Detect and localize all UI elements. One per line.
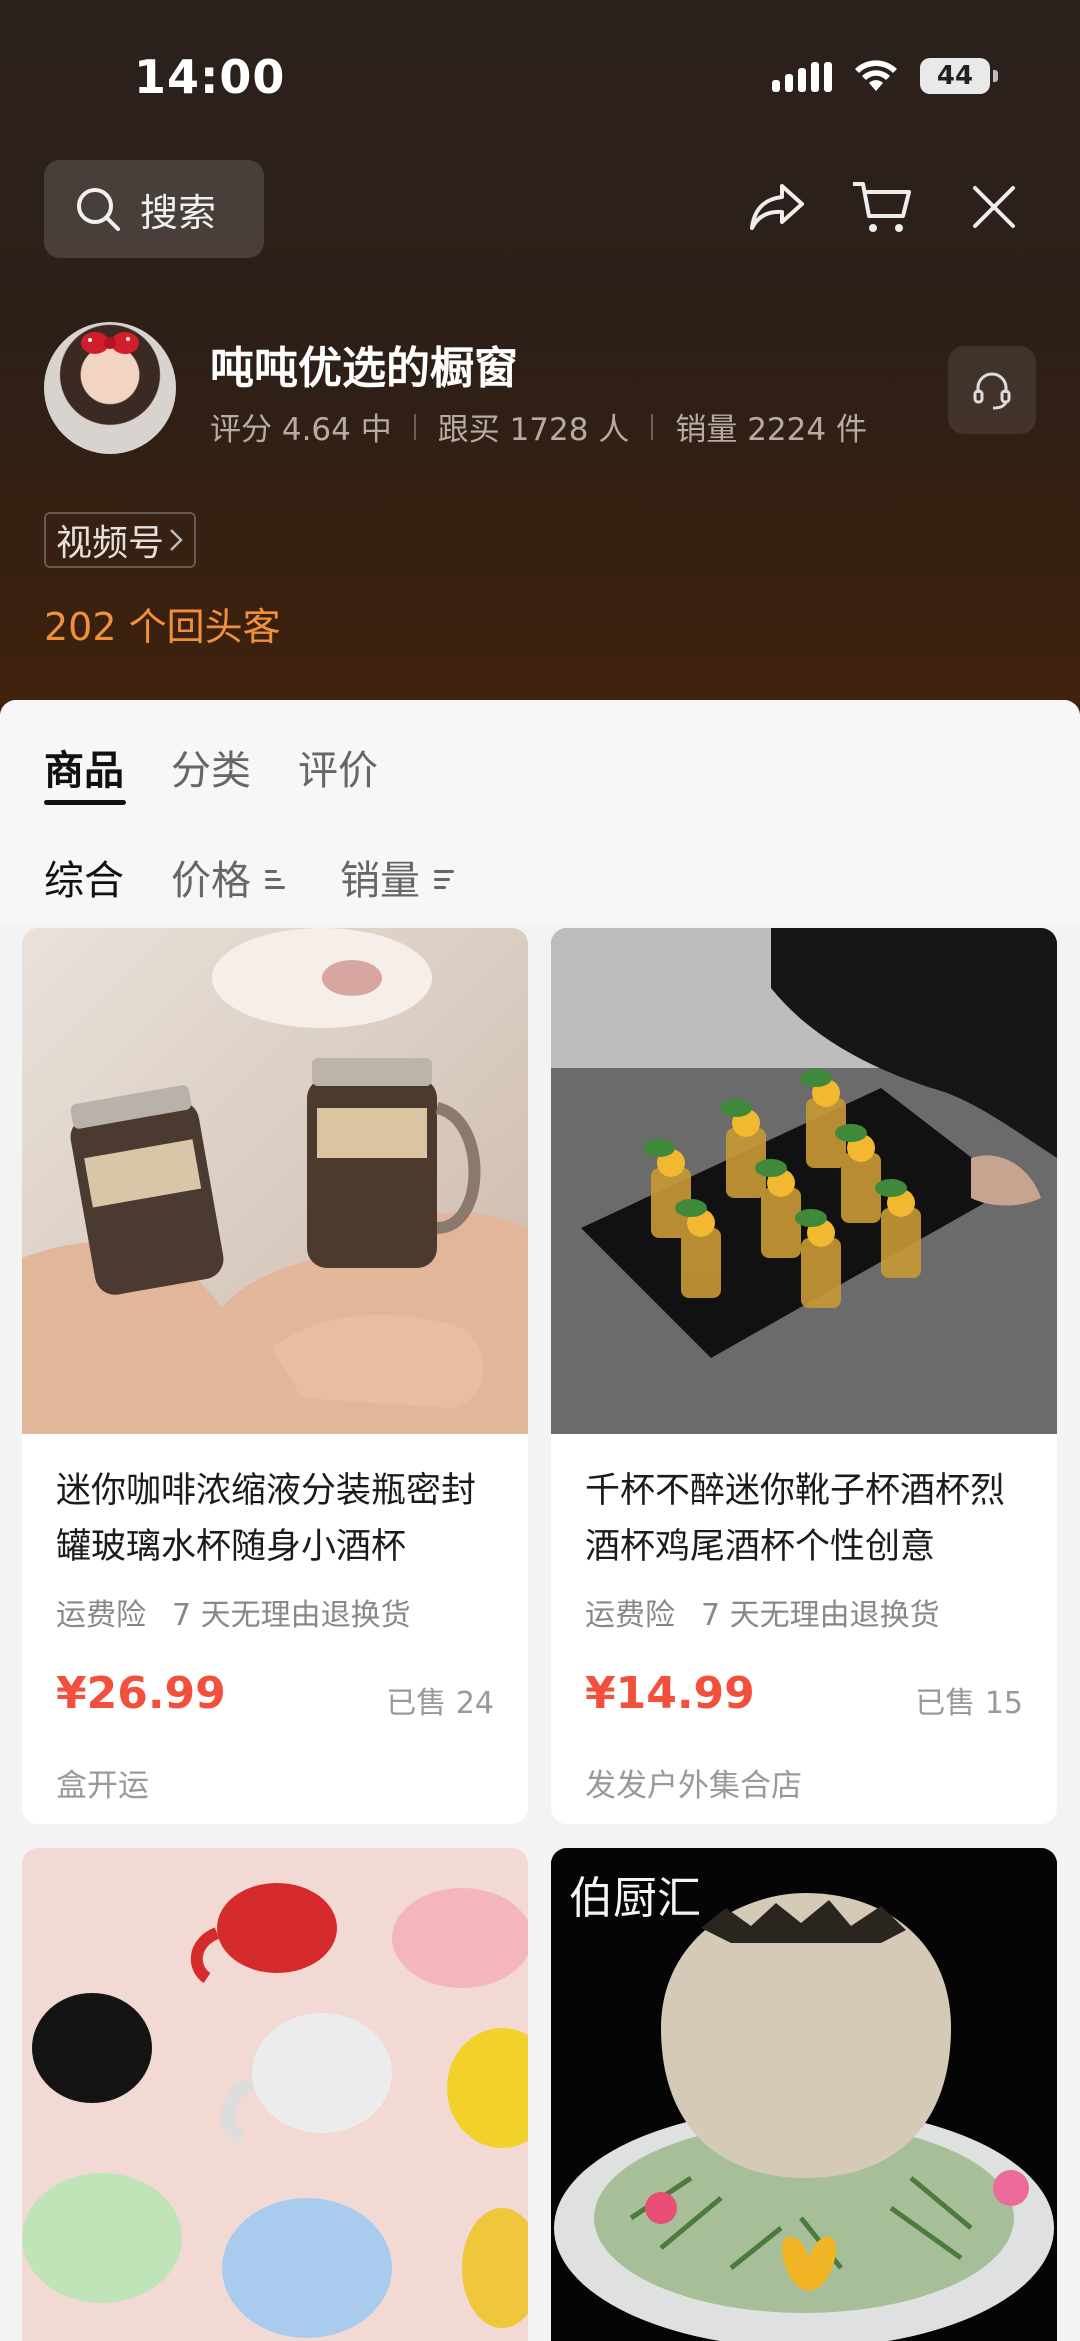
store-followers: 跟买 1728 人: [437, 412, 630, 448]
returning-customers: 202 个回头客: [44, 605, 281, 649]
product-price: ¥14.99: [585, 1668, 755, 1719]
channel-tag-label: 视频号: [56, 523, 165, 564]
store-avatar[interactable]: [44, 322, 176, 454]
product-card[interactable]: 千杯不醉迷你靴子杯酒杯烈酒杯鸡尾酒杯个性创意 运费险 7 天无理由退换货 ¥14…: [551, 928, 1057, 1824]
close-button[interactable]: [962, 175, 1026, 239]
sort-comprehensive[interactable]: 综合: [44, 848, 124, 906]
shopping-cart-icon: [853, 182, 911, 232]
product-card[interactable]: 伯厨汇: [551, 1848, 1057, 2341]
return-policy-tag: 7 天无理由退换货: [172, 1598, 411, 1633]
search-icon: [77, 188, 120, 231]
sort-price[interactable]: 价格: [171, 848, 285, 906]
divider: [651, 413, 654, 440]
search-button[interactable]: 搜索: [44, 160, 264, 258]
freight-insurance-tag: 运费险: [585, 1598, 675, 1633]
sold-count: 已售 15: [915, 1686, 1023, 1721]
share-icon: [750, 184, 804, 230]
sort-sales[interactable]: 销量: [340, 848, 454, 906]
product-image[interactable]: [22, 928, 528, 1434]
active-tab-indicator: [44, 800, 126, 805]
shop-name: 发发户外集合店: [585, 1768, 802, 1804]
headset-icon: [973, 372, 1011, 410]
product-image[interactable]: [22, 1848, 528, 2341]
tab-products[interactable]: 商品: [44, 738, 124, 796]
product-image[interactable]: 伯厨汇: [551, 1848, 1057, 2341]
return-policy-tag: 7 天无理由退换货: [701, 1598, 940, 1633]
store-rating: 评分 4.64 中: [210, 412, 392, 448]
product-card[interactable]: [22, 1848, 528, 2341]
sort-comprehensive-label: 综合: [44, 858, 124, 904]
sold-count: 已售 24: [386, 1686, 494, 1721]
video-channel-link[interactable]: 视频号: [44, 512, 197, 568]
share-button[interactable]: [745, 175, 809, 239]
shop-name: 盒开运: [56, 1768, 149, 1804]
sort-price-label: 价格: [171, 858, 251, 904]
store-sales: 销量 2224 件: [675, 412, 867, 448]
store-stats: 评分 4.64 中 跟买 1728 人 销量 2224 件: [210, 404, 867, 449]
image-brand-text: 伯厨汇: [569, 1873, 701, 1924]
product-title: 千杯不醉迷你靴子杯酒杯烈酒杯鸡尾酒杯个性创意: [585, 1471, 1006, 1567]
status-time: 14:00: [134, 50, 286, 104]
wifi-icon: [855, 60, 897, 91]
tab-reviews[interactable]: 评价: [298, 738, 378, 796]
product-image[interactable]: [551, 928, 1057, 1434]
divider: [413, 413, 416, 440]
cart-button[interactable]: [850, 175, 914, 239]
service-tags: 运费险 7 天无理由退换货: [585, 1590, 940, 1634]
product-price: ¥26.99: [56, 1668, 226, 1719]
bow-decoration-icon: [81, 332, 139, 354]
customer-service-button[interactable]: [948, 346, 1036, 434]
product-title: 迷你咖啡浓缩液分装瓶密封罐玻璃水杯随身小酒杯: [56, 1471, 477, 1567]
sort-order-icon: [434, 866, 454, 889]
sort-order-icon: [265, 866, 285, 889]
search-label: 搜索: [140, 190, 217, 235]
status-icons: 44: [772, 58, 998, 94]
cellular-signal-icon: [772, 60, 832, 92]
chevron-right-icon: [170, 529, 183, 551]
tab-categories[interactable]: 分类: [171, 738, 251, 796]
product-card[interactable]: 迷你咖啡浓缩液分装瓶密封罐玻璃水杯随身小酒杯 运费险 7 天无理由退换货 ¥26…: [22, 928, 528, 1824]
service-tags: 运费险 7 天无理由退换货: [56, 1590, 411, 1634]
battery-indicator: 44: [920, 58, 998, 94]
store-name: 吨吨优选的橱窗: [210, 343, 518, 394]
tabs-area: [0, 700, 1080, 924]
close-icon: [973, 186, 1015, 228]
freight-insurance-tag: 运费险: [56, 1598, 146, 1633]
sort-sales-label: 销量: [340, 858, 420, 904]
